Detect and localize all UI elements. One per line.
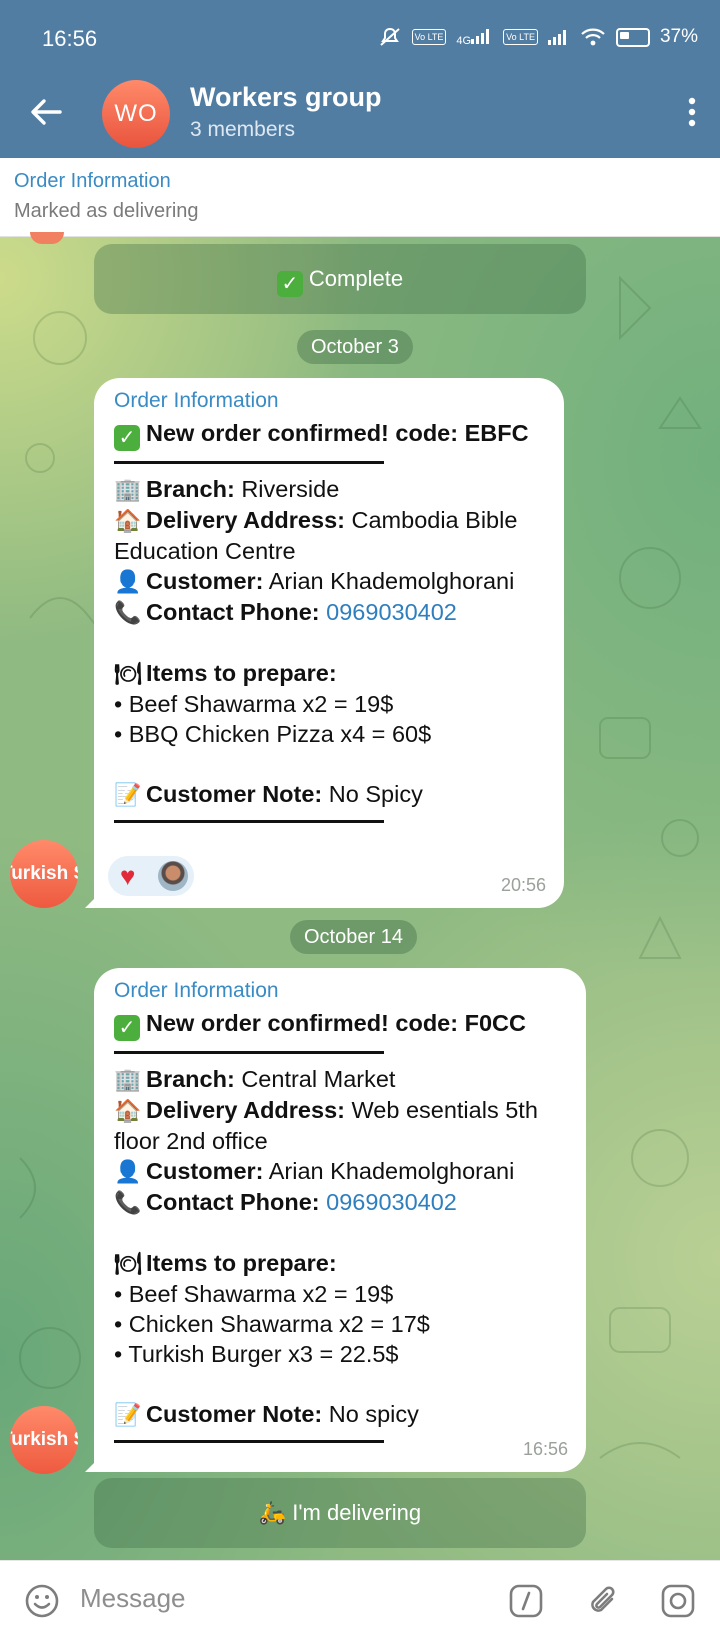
branch-line: 🏢 Branch: Central Market [114,1064,570,1095]
pinned-title: Order Information [14,170,171,192]
check-mark-icon: ✓ [114,1015,140,1041]
phone-link[interactable]: 0969030402 [326,599,457,625]
message-input[interactable]: Message [80,1583,186,1614]
order-headline: ✓ New order confirmed! code: F0CC [114,1008,570,1041]
pinned-message-bar[interactable]: Order Information Marked as delivering [0,158,720,237]
message-input-bar: Message [0,1560,720,1641]
date-separator: October 14 [290,920,417,954]
note-line: 📝 Customer Note: No Spicy [114,779,548,810]
phone-icon: 📞 [114,1190,142,1215]
house-icon: 🏠 [114,1098,142,1123]
message-sender: Order Information [114,979,279,1002]
complete-button[interactable]: ✓ Complete [94,244,586,314]
volte-icon: Vo LTE [411,29,447,45]
branch-line: 🏢 Branch: Riverside [114,474,548,505]
customer-line: 👤 Customer: Arian Khademolghorani [114,566,548,597]
address-line: 🏠 Delivery Address: Web esentials 5th [114,1095,570,1126]
order-headline: ✓ New order confirmed! code: EBFC [114,418,548,451]
item-line: • BBQ Chicken Pizza x4 = 60$ [114,721,432,747]
person-icon: 👤 [114,569,142,594]
divider [114,820,384,823]
battery-icon [615,27,650,47]
divider [114,1051,384,1054]
message-sender: Order Information [114,389,279,412]
back-arrow-icon[interactable] [26,92,66,132]
emoji-icon[interactable] [22,1581,62,1621]
mute-icon [379,27,400,46]
memo-icon: 📝 [114,782,142,807]
group-avatar[interactable]: WO [102,80,170,148]
date-separator: October 3 [297,330,413,364]
house-icon: 🏠 [114,508,142,533]
heart-reaction-icon[interactable]: ♥ [120,862,135,890]
battery-percent: 37% [659,26,698,47]
delivering-button[interactable]: 🛵 I'm delivering [94,1478,586,1548]
reactions[interactable]: ♥ [108,856,194,896]
customer-line: 👤 Customer: Arian Khademolghorani [114,1156,570,1187]
chat-header: WO Workers group 3 members [0,72,720,158]
message-time: 20:56 [500,875,546,895]
divider [114,461,384,464]
status-time: 16:56 [42,26,98,51]
plate-icon: 🍽 [114,661,142,686]
items-heading: 🍽 Items to prepare: [114,658,548,689]
delivering-button-label: I'm delivering [292,1500,422,1525]
more-menu-icon[interactable] [686,96,698,128]
status-bar: 16:56 Vo LTE 4G Vo LTE 37% [0,0,720,72]
person-icon: 👤 [114,1159,142,1184]
divider [114,1440,384,1443]
phone-line: 📞 Contact Phone: 0969030402 [114,1187,570,1218]
complete-button-label: Complete [308,266,404,291]
item-line: • Beef Shawarma x2 = 19$ [114,1281,394,1307]
signal-icon [547,30,566,45]
plate-icon: 🍽 [114,1251,142,1276]
signal-4g-icon: 4G [456,28,493,47]
camera-icon[interactable] [658,1581,698,1621]
pinned-subtitle: Marked as delivering [14,200,199,222]
wifi-icon [581,28,605,46]
message-bubble[interactable]: Order Information ✓ New order confirmed! … [94,968,586,1472]
bot-command-icon[interactable] [506,1581,546,1621]
check-mark-icon: ✓ [276,271,303,297]
item-line: • Beef Shawarma x2 = 19$ [114,691,394,717]
status-icons: Vo LTE 4G Vo LTE 37% [378,26,698,48]
phone-link[interactable]: 0969030402 [326,1189,457,1215]
sender-avatar[interactable]: Turkish S [10,840,78,908]
phone-icon: 📞 [114,600,142,625]
items-heading: 🍽 Items to prepare: [114,1248,570,1279]
reactor-avatar [158,861,188,891]
address-line-2: floor 2nd office [114,1128,268,1154]
memo-icon: 📝 [114,1402,142,1427]
item-line: • Turkish Burger x3 = 22.5$ [114,1341,399,1367]
scooter-icon: 🛵 [258,1500,287,1525]
item-line: • Chicken Shawarma x2 = 17$ [114,1311,430,1337]
sender-avatar[interactable]: Turkish S [10,1406,78,1474]
check-mark-icon: ✓ [114,425,140,451]
phone-line: 📞 Contact Phone: 0969030402 [114,597,548,628]
chat-title[interactable]: Workers group [190,82,382,113]
building-icon: 🏢 [114,477,142,502]
chat-member-count: 3 members [190,118,296,141]
message-time: 16:56 [522,1439,568,1459]
building-icon: 🏢 [114,1067,142,1092]
address-line: 🏠 Delivery Address: Cambodia Bible [114,505,548,536]
message-bubble[interactable]: Order Information ✓ New order confirmed! … [94,378,564,908]
volte-icon-2: Vo LTE [503,29,538,45]
note-line: 📝 Customer Note: No spicy [114,1399,570,1430]
address-line-2: Education Centre [114,538,296,564]
attach-icon[interactable] [584,1581,624,1621]
